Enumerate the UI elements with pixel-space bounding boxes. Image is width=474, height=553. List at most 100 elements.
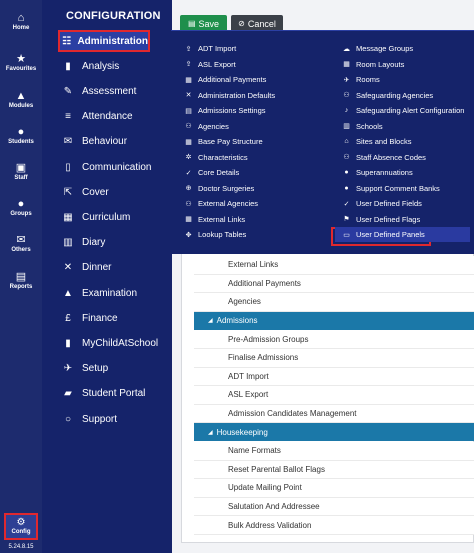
menu-item-icon: ⌂: [344, 138, 349, 145]
menu-item-user-defined-panels[interactable]: ▭ User Defined Panels: [335, 227, 470, 242]
config-item-label: Analysis: [82, 60, 120, 72]
menu-item-characteristics[interactable]: ✲ Characteristics: [183, 150, 248, 165]
student-portal-icon: ▰: [64, 388, 72, 400]
rail-item-groups[interactable]: ● Groups: [0, 198, 42, 217]
menu-item-schools[interactable]: ▥ Schools: [341, 119, 383, 134]
menu-item-user-defined-flags[interactable]: ⚑ User Defined Flags: [341, 212, 420, 227]
menu-item-icon: ✲: [185, 154, 192, 161]
rail-item-modules[interactable]: ▲ Modules: [0, 90, 42, 109]
menu-item-room-layouts[interactable]: ▦ Room Layouts: [341, 57, 404, 72]
list-item[interactable]: Salutation And Addressee: [194, 497, 474, 517]
config-item-label: Assessment: [82, 85, 137, 97]
config-item-communication[interactable]: ▯ Communication: [60, 156, 170, 178]
config-rail-item[interactable]: ⚙ Config: [4, 513, 38, 540]
list-item[interactable]: Admission Candidates Management: [194, 404, 474, 424]
reports-icon: ▤: [15, 271, 27, 283]
menu-item-core-details[interactable]: ✓ Core Details: [183, 165, 240, 180]
list-item[interactable]: Reset Parental Ballot Flags: [194, 460, 474, 480]
list-section-header[interactable]: ◢ Admissions: [194, 311, 474, 330]
list-item[interactable]: Pre-Admission Groups: [194, 330, 474, 349]
menu-item-label: External Links: [198, 214, 246, 224]
menu-item-label: Message Groups: [356, 44, 414, 53]
config-item-administration[interactable]: ☷ Administration: [58, 30, 150, 52]
list-section-header[interactable]: ◢ Housekeeping: [194, 423, 474, 442]
list-item[interactable]: Additional Payments: [194, 274, 474, 294]
menu-item-icon: ●: [344, 169, 349, 176]
list-item[interactable]: Bulk Address Validation: [194, 516, 474, 535]
list-item[interactable]: Finalise Admissions: [194, 349, 474, 368]
config-item-student-portal[interactable]: ▰ Student Portal: [60, 383, 170, 405]
menu-item-icon: ▦: [185, 138, 192, 146]
rail-item-others[interactable]: ✉ Others: [0, 234, 42, 253]
menu-item-safeguarding-alert-configuration[interactable]: ♪ Safeguarding Alert Configuration: [341, 103, 465, 118]
rail-item-reports[interactable]: ▤ Reports: [0, 271, 42, 290]
menu-item-icon: ⚇: [185, 123, 192, 130]
menu-item-label: Admissions Settings: [198, 106, 266, 115]
menu-item-icon: ▤: [185, 107, 192, 115]
config-item-attendance[interactable]: ≡ Attendance: [60, 106, 170, 128]
menu-item-message-groups[interactable]: ☁ Message Groups: [341, 41, 413, 56]
config-label: Config: [11, 529, 31, 535]
config-item-dinner[interactable]: ✕ Dinner: [60, 257, 170, 279]
menu-item-admissions-settings[interactable]: ▤ Admissions Settings: [183, 103, 266, 118]
menu-item-staff-absence-codes[interactable]: ⚇ Staff Absence Codes: [341, 150, 426, 165]
config-item-mychildatschool[interactable]: ▮ MyChildAtSchool: [60, 332, 170, 354]
curriculum-icon: ▦: [63, 211, 73, 223]
rail-item-students[interactable]: ● Students: [0, 126, 42, 145]
finance-icon: £: [65, 312, 71, 324]
star-icon: ★: [16, 53, 26, 65]
config-item-curriculum[interactable]: ▦ Curriculum: [60, 206, 170, 228]
rail-item-favourites[interactable]: ★ Favourites: [0, 53, 42, 72]
config-item-setup[interactable]: ✈ Setup: [60, 358, 170, 380]
menu-item-superannuations[interactable]: ● Superannuations: [341, 165, 412, 180]
rail-item-label: Modules: [8, 103, 34, 109]
rail-item-home[interactable]: ⌂ Home: [0, 12, 42, 31]
list-item[interactable]: ADT Import: [194, 367, 474, 387]
config-item-diary[interactable]: ▥ Diary: [60, 232, 170, 254]
students-icon: ●: [17, 126, 25, 138]
rail-item-staff[interactable]: ▣ Staff: [0, 162, 42, 181]
menu-item-label: User Defined Flags: [356, 214, 421, 224]
examination-icon: ▲: [63, 287, 73, 299]
list-item[interactable]: Update Mailing Point: [194, 479, 474, 498]
save-label: Save: [198, 18, 220, 29]
menu-item-sites-and-blocks[interactable]: ⌂ Sites and Blocks: [341, 134, 411, 149]
menu-item-icon: ✓: [343, 200, 350, 208]
menu-item-administration-defaults[interactable]: ✕ Administration Defaults: [183, 88, 276, 103]
config-item-finance[interactable]: £ Finance: [60, 307, 170, 329]
menu-item-external-agencies[interactable]: ⚇ External Agencies: [183, 196, 258, 211]
dinner-icon: ✕: [63, 262, 73, 274]
menu-item-safeguarding-agencies[interactable]: ⚇ Safeguarding Agencies: [341, 88, 433, 103]
menu-item-support-comment-banks[interactable]: ● Support Comment Banks: [341, 181, 439, 196]
menu-item-user-defined-fields[interactable]: ✓ User Defined Fields: [341, 196, 422, 211]
menu-item-rooms[interactable]: ✈ Rooms: [341, 72, 380, 87]
menu-item-lookup-tables[interactable]: ✥ Lookup Tables: [183, 227, 247, 242]
config-item-analysis[interactable]: ▮ Analysis: [60, 55, 170, 77]
rail-item-label: Others: [11, 247, 31, 253]
config-item-assessment[interactable]: ✎ Assessment: [60, 80, 170, 102]
menu-item-label: Core Details: [198, 168, 240, 177]
staff-icon: ▣: [15, 162, 27, 174]
list-item[interactable]: External Links: [194, 256, 474, 275]
menu-item-external-links[interactable]: ▦ External Links: [183, 212, 245, 227]
config-item-label: Behaviour: [82, 136, 128, 148]
list-item[interactable]: Name Formats: [194, 442, 474, 461]
menu-item-icon: ✈: [343, 76, 350, 84]
config-item-behaviour[interactable]: ✉ Behaviour: [60, 131, 170, 153]
config-item-support[interactable]: ○ Support: [60, 408, 170, 430]
list-item[interactable]: Agencies: [194, 293, 474, 312]
menu-item-icon: ▭: [343, 231, 350, 239]
administration-list-panel: External Links Additional Payments Agencie…: [181, 236, 474, 543]
menu-item-adt-import[interactable]: ⇪ ADT Import: [183, 41, 237, 56]
menu-item-asl-export[interactable]: ⇪ ASL Export: [183, 57, 236, 72]
section-label: Housekeeping: [216, 427, 268, 437]
config-item-examination[interactable]: ▲ Examination: [60, 282, 170, 304]
list-item[interactable]: ASL Export: [194, 386, 474, 405]
menu-item-base-pay-structure[interactable]: ▦ Base Pay Structure: [183, 134, 262, 149]
behaviour-icon: ✉: [63, 136, 73, 148]
menu-item-additional-payments[interactable]: ▦ Additional Payments: [183, 72, 266, 87]
menu-item-agencies[interactable]: ⚇ Agencies: [183, 119, 229, 134]
menu-item-doctor-surgeries[interactable]: ⊕ Doctor Surgeries: [183, 181, 255, 196]
menu-item-label: Rooms: [356, 75, 380, 84]
config-item-cover[interactable]: ⇱ Cover: [60, 181, 170, 203]
